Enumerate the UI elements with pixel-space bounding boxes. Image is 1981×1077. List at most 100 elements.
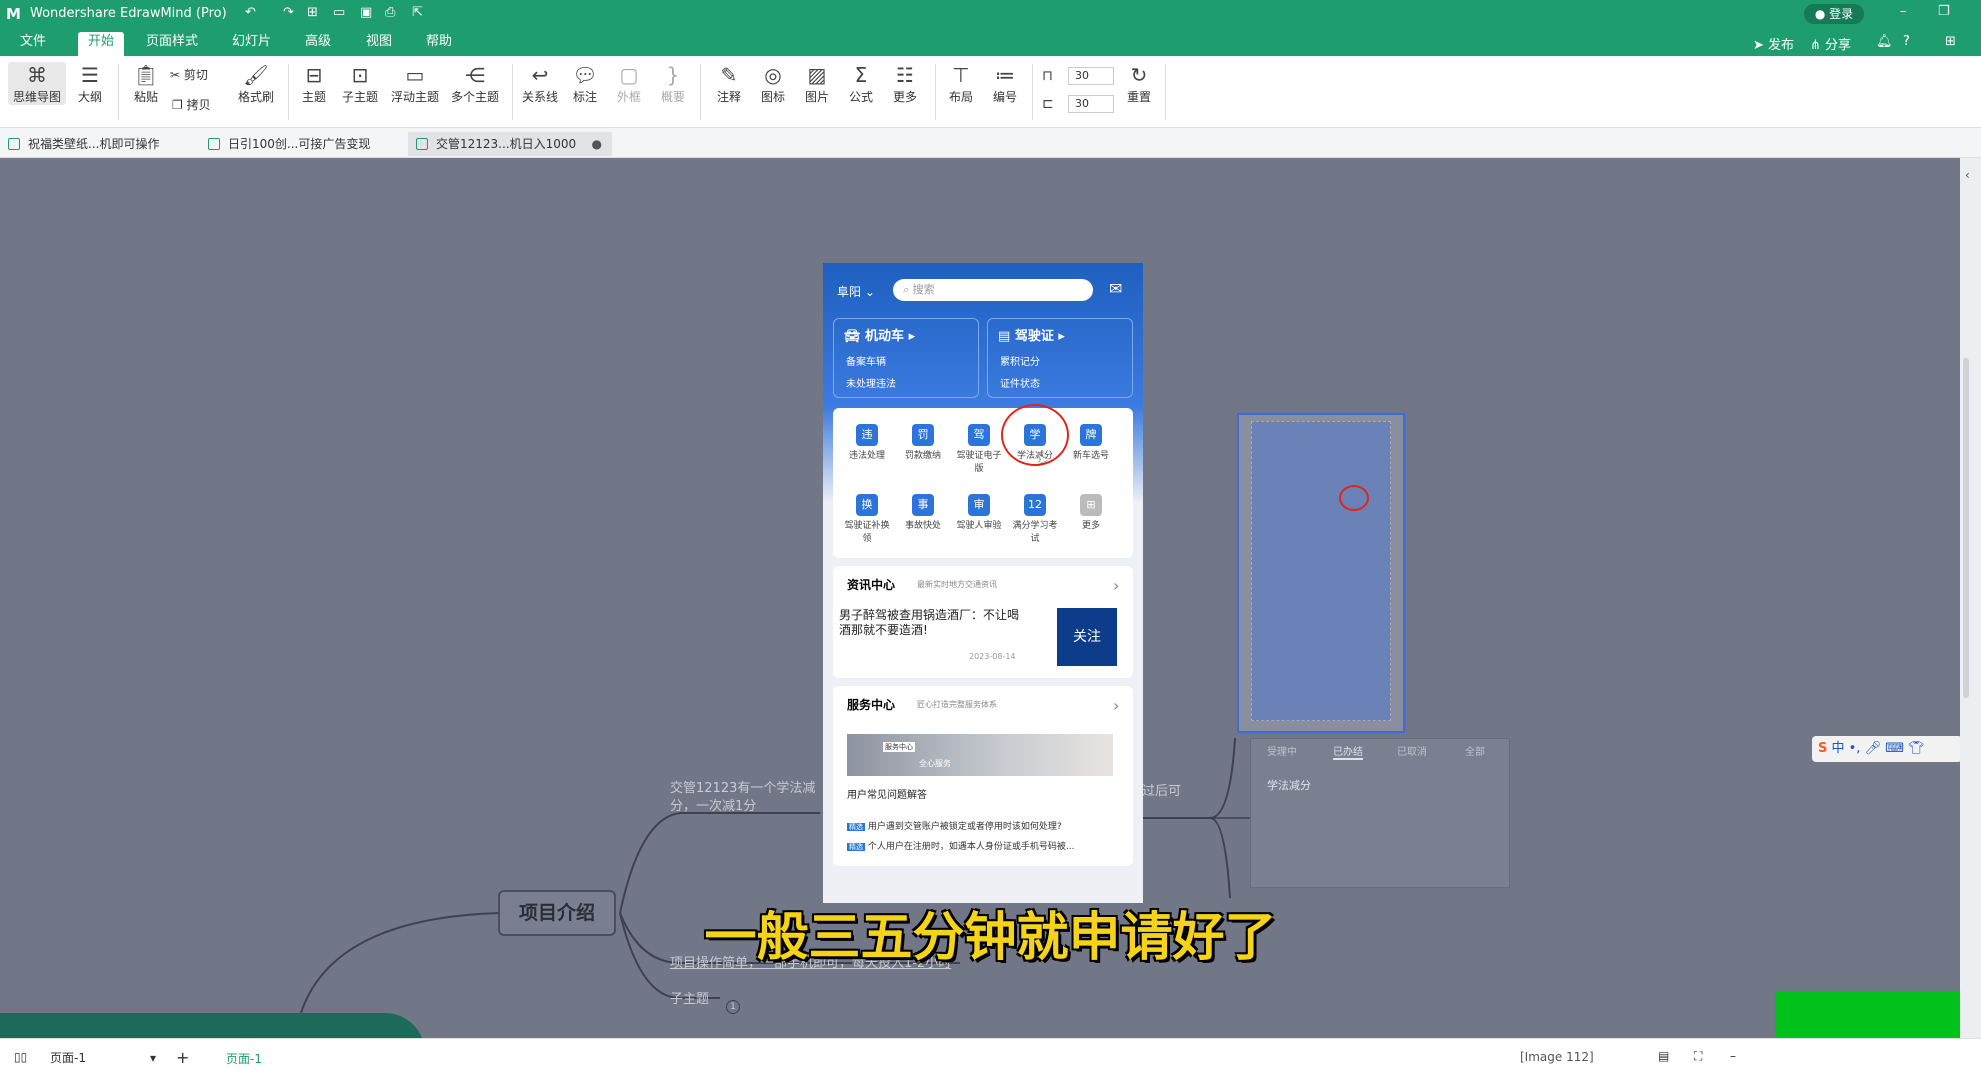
mindmap-button[interactable]: ⌘ 思维导图 (8, 62, 66, 105)
menu-page-style[interactable]: 页面样式 (136, 32, 208, 56)
collapse-toggle-icon[interactable]: 1 (726, 1000, 740, 1014)
v-spacing-icon: ⊏ (1042, 96, 1054, 112)
thumbnail-red-circle (1339, 485, 1369, 511)
share-button[interactable]: ⋔ 分享 (1810, 34, 1851, 53)
reset-button[interactable]: ↻ 重置 (1122, 62, 1156, 105)
icon-more[interactable]: ⊞ 更多 (1067, 494, 1115, 531)
icon-plate-select[interactable]: 牌新车选号 (1067, 424, 1115, 461)
icon-violation[interactable]: 违违法处理 (843, 424, 891, 461)
v-spacing-input[interactable]: 30 (1068, 95, 1114, 113)
menu-slides[interactable]: 幻灯片 (222, 32, 281, 56)
icon-accident[interactable]: 事事故快处 (899, 494, 947, 531)
fullscreen-icon[interactable]: ⛶ (1694, 1049, 1702, 1064)
doc-tab-3[interactable]: 交管12123...机日入1000 ● (408, 132, 612, 156)
relation-button[interactable]: ↩ 关系线 (520, 62, 560, 105)
news-card[interactable]: 资讯中心 最新实时地方交通资讯 › 男子醉驾被查用锅造酒厂：不让喝酒那就不要造酒… (833, 566, 1133, 678)
phone-search-bar[interactable]: ⌕ 搜索 (893, 279, 1093, 301)
menu-view[interactable]: 视图 (356, 32, 402, 56)
divider (512, 64, 513, 120)
redo-icon[interactable]: ↷ (283, 5, 294, 20)
topic-node-right[interactable]: 过后可 (1142, 780, 1181, 799)
faq-item-2[interactable]: 精选 个人用户在注册时，如遇本人身份证或手机号码被... (847, 839, 1074, 852)
icon-button[interactable]: ◎ 图标 (756, 62, 790, 105)
menu-advanced[interactable]: 高级 (295, 32, 341, 56)
bell-icon[interactable]: 🔔︎ (1876, 34, 1893, 49)
add-page-icon[interactable]: + (176, 1048, 189, 1067)
open-icon[interactable]: ▭ (333, 5, 345, 20)
more-button[interactable]: ☷ 更多 (888, 62, 922, 105)
restore-icon[interactable]: ❐ (1938, 4, 1950, 19)
menu-file[interactable]: 文件 (10, 32, 56, 56)
icon-fine[interactable]: 罚罚款缴纳 (899, 424, 947, 461)
doc-tab-1[interactable]: 祝福类壁纸...机即可操作 (0, 132, 198, 156)
chevron-right-icon: › (1113, 576, 1120, 595)
topic-node-1[interactable]: 交管12123有一个学法减分，一次减1分 (670, 780, 830, 816)
detail-image[interactable]: 受理中 已办结 已取消 全部 学法减分 (1250, 738, 1510, 888)
topic-button[interactable]: ⊟ 主题 (298, 62, 330, 105)
page-tab[interactable]: 页面-1 (226, 1050, 262, 1067)
zoom-out-icon[interactable]: – (1730, 1049, 1736, 1063)
faq-item-1[interactable]: 精选 用户遇到交管账户被锁定或者停用时该如何处理? (847, 819, 1062, 832)
service-icons-grid: 违违法处理 罚罚款缴纳 驾驾驶证电子版 学学法减分 牌新车选号 换驾驶证补换领 … (833, 404, 1133, 558)
new-icon[interactable]: ⊞ (307, 5, 318, 20)
save-icon[interactable]: ▣ (360, 5, 372, 20)
doc-tab-label: 日引100创...可接广告变现 (228, 137, 371, 151)
service-center-card[interactable]: 服务中心 匠心打造完整服务体系 › 服务中心 全心服务 用户常见问题解答 精选 … (833, 686, 1133, 866)
callout-button[interactable]: 💬︎ 标注 (568, 62, 602, 105)
subtopic-button[interactable]: ⊡ 子主题 (338, 62, 382, 105)
clipboard-icon: 📋︎ (133, 63, 159, 87)
print-icon[interactable]: ⎙ (385, 5, 395, 20)
license-card-line1: 累积记分 (1000, 357, 1040, 368)
menu-home[interactable]: 开始 (78, 32, 125, 56)
thumbnail-image-selected[interactable] (1237, 413, 1405, 733)
formula-button[interactable]: Σ 公式 (844, 62, 878, 105)
subtopic-node[interactable]: 子主题 (670, 988, 709, 1007)
page-panel-icon[interactable]: ▯▯ (14, 1050, 27, 1064)
menu-help[interactable]: 帮助 (416, 32, 462, 56)
scroll-thumb[interactable] (1963, 358, 1969, 698)
export-icon[interactable]: ⇱ (412, 5, 423, 20)
vertical-scrollbar[interactable]: ‹ (1960, 158, 1981, 1038)
note-button[interactable]: ✎ 注释 (712, 62, 746, 105)
news-badge: 关注 (1073, 629, 1101, 645)
floating-topic-button[interactable]: ▭ 浮动主题 (388, 62, 442, 105)
mail-icon[interactable]: ✉ (1109, 279, 1122, 298)
image-button[interactable]: ▨ 图片 (800, 62, 834, 105)
mindmap-canvas[interactable]: 项目介绍 交管12123有一个学法减分，一次减1分 项目操作简单，一部手机即可，… (0, 158, 1960, 1038)
icon-driver-review[interactable]: 审驾驶人审验 (955, 494, 1003, 531)
multi-topic-button[interactable]: ⋲ 多个主题 (448, 62, 502, 105)
login-button[interactable]: ● 登录 (1804, 4, 1864, 24)
collapse-panel-icon[interactable]: ‹ (1965, 168, 1970, 182)
help-icon[interactable]: ? (1903, 34, 1910, 49)
vehicle-card[interactable]: 🚘︎ 机动车 ▸ 备案车辆 未处理违法 (833, 318, 979, 398)
license-card[interactable]: ▤ 驾驶证 ▸ 累积记分 证件状态 (987, 318, 1133, 398)
cut-button[interactable]: ✂ 剪切 (170, 66, 208, 83)
numbering-button[interactable]: ≔ 编号 (988, 62, 1022, 105)
red-circle-annotation (1001, 404, 1069, 466)
doc-tab-2[interactable]: 日引100创...可接广告变现 (200, 132, 405, 156)
undo-icon[interactable]: ↶ (245, 5, 256, 20)
outline-button[interactable]: ☰ 大纲 (72, 62, 108, 105)
minimize-icon[interactable]: – (1900, 4, 1907, 19)
page-select[interactable]: 页面-1 ▾ (50, 1047, 156, 1069)
format-painter-button[interactable]: 🖌︎ 格式刷 (234, 62, 278, 105)
paste-button[interactable]: 📋︎ 粘贴 (128, 62, 164, 105)
city-selector[interactable]: 阜阳 ⌄ (837, 283, 875, 300)
faq-title: 用户常见问题解答 (847, 790, 927, 801)
summary-button[interactable]: } 概要 (656, 62, 690, 105)
reset-label: 重置 (1126, 90, 1151, 104)
icon-license-renew[interactable]: 换驾驶证补换领 (843, 494, 891, 544)
phone-screenshot-image[interactable]: 阜阳 ⌄ ⌕ 搜索 ✉ 🚘︎ 机动车 ▸ 备案车辆 未处理违法 ▤ 驾驶证 ▸ … (823, 263, 1143, 903)
publish-button[interactable]: ➤ 发布 (1753, 34, 1794, 53)
layout-button[interactable]: ⊤ 布局 (944, 62, 978, 105)
icon-full-score[interactable]: 12 满分学习考试 (1011, 494, 1059, 544)
h-spacing-input[interactable]: 30 (1068, 67, 1114, 85)
ime-toolbar[interactable]: S 中 •, 🎤︎ ⌨ 👕︎ (1812, 736, 1960, 762)
copy-button[interactable]: ❐ 拷贝 (172, 96, 211, 113)
fit-page-icon[interactable]: ▤ (1658, 1049, 1669, 1063)
apps-icon[interactable]: ⊞ (1945, 34, 1956, 49)
copy-label: 拷贝 (186, 98, 211, 112)
icon-e-license[interactable]: 驾驾驶证电子版 (955, 424, 1003, 474)
boundary-button[interactable]: ▢ 外框 (612, 62, 646, 105)
video-subtitle: 一般三五分钟就申请好了 (704, 908, 1277, 968)
